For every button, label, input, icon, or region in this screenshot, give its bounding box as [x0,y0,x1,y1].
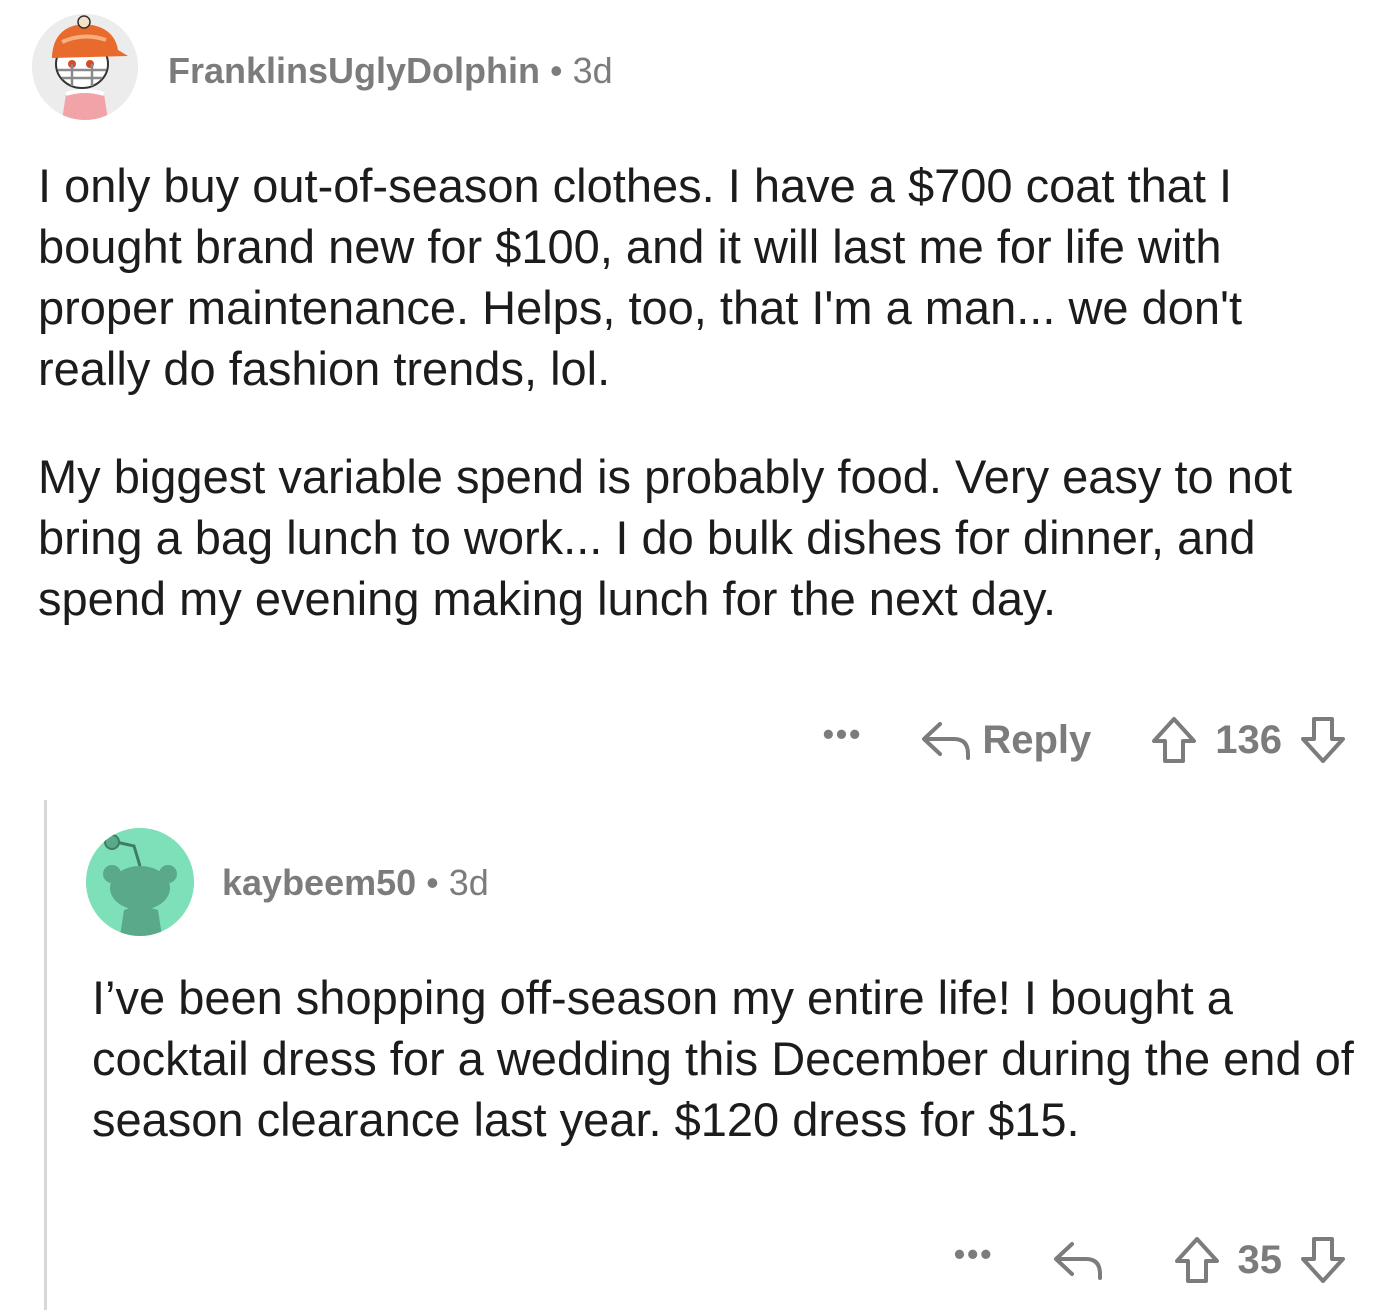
comment-kaybeem50: kaybeem50 • 3d I’ve been shopping off-seas… [0,800,1378,1310]
comment-meta: FranklinsUglyDolphin • 3d [168,50,613,92]
upvote-arrow-icon[interactable] [1149,715,1199,765]
snoo-avatar-icon[interactable] [86,828,194,936]
meta-separator: • [550,50,563,91]
reply-button[interactable] [1052,1238,1114,1282]
username-link[interactable]: kaybeem50 [222,862,416,903]
vote-score: 136 [1215,717,1282,762]
reply-arrow-icon [1053,1242,1102,1280]
comment-age: 3d [572,50,613,91]
vote-score: 35 [1237,1237,1283,1282]
comment-paragraph: I’ve been shopping off-season my entire … [92,971,1354,1146]
comment-franklinsuglydolphin: FranklinsUglyDolphin • 3d I only buy out-o… [0,0,1378,800]
downvote-arrow-icon[interactable] [1298,715,1348,765]
meta-separator: • [426,862,439,903]
username-link[interactable]: FranklinsUglyDolphin [168,50,540,91]
more-options-icon[interactable]: ••• [823,716,863,753]
comment-actions: ••• Reply 136 [823,712,1348,768]
reply-label: Reply [982,717,1092,762]
comment-meta: kaybeem50 • 3d [222,862,489,904]
vote-controls: 136 [1149,715,1348,765]
helmet-character-avatar-icon[interactable] [32,14,138,120]
comment-paragraph: My biggest variable spend is probably fo… [38,450,1293,625]
comment-age: 3d [448,862,489,903]
reply-arrow-icon [922,722,971,760]
comment-actions: ••• 35 [954,1232,1348,1288]
upvote-arrow-icon[interactable] [1172,1235,1222,1285]
downvote-arrow-icon[interactable] [1298,1235,1348,1285]
more-options-icon[interactable]: ••• [954,1236,994,1273]
comment-paragraph: I only buy out-of-season clothes. I have… [38,159,1243,395]
reply-button[interactable]: Reply [920,718,1091,763]
vote-controls: 35 [1172,1235,1349,1285]
